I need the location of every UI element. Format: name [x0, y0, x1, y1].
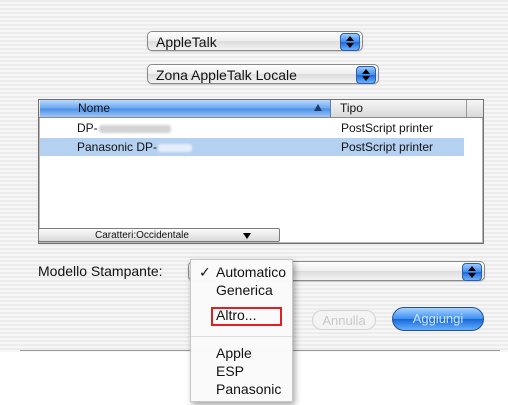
- menu-item-panasonic[interactable]: Panasonic: [191, 380, 292, 398]
- menu-item-automatico[interactable]: ✓ Automatico: [191, 263, 292, 281]
- menu-item-apple[interactable]: Apple: [191, 344, 292, 362]
- column-header-nome[interactable]: Nome: [40, 100, 331, 117]
- protocol-popup[interactable]: AppleTalk: [147, 31, 363, 51]
- checkmark-icon: ✓: [199, 264, 211, 280]
- column-divider: [466, 100, 467, 117]
- chevron-down-icon: [243, 233, 251, 239]
- table-row-selected[interactable]: Panasonic DP- PostScript printer: [40, 138, 464, 156]
- popup-arrows-icon: [462, 263, 482, 281]
- zone-popup-label: Zona AppleTalk Locale: [156, 67, 297, 83]
- column-header-tipo[interactable]: Tipo: [340, 101, 363, 115]
- menu-item-label: Apple: [216, 345, 252, 361]
- encoding-popup-label: Caratteri:Occidentale: [95, 230, 189, 241]
- redacted-text: [98, 124, 171, 133]
- menu-item-generica[interactable]: Generica: [191, 281, 292, 299]
- table-row[interactable]: DP- PostScript printer: [40, 119, 464, 137]
- popup-arrows-icon: [340, 33, 360, 51]
- cancel-button[interactable]: Annulla: [312, 310, 376, 330]
- zone-popup[interactable]: Zona AppleTalk Locale: [147, 64, 379, 84]
- protocol-popup-label: AppleTalk: [156, 34, 217, 50]
- highlight-frame: [211, 307, 282, 326]
- sort-ascending-icon: [314, 104, 322, 111]
- menu-item-label: ESP: [216, 363, 245, 379]
- menu-item-label: Generica: [216, 282, 273, 298]
- printer-model-label: Modello Stampante:: [38, 263, 163, 279]
- encoding-popup[interactable]: Caratteri:Occidentale: [38, 228, 280, 242]
- printer-name: DP-: [77, 119, 171, 137]
- printer-model-menu[interactable]: ✓ Automatico Generica Altro... Apple ESP…: [190, 259, 293, 402]
- table-header: Nome Tipo: [39, 100, 483, 118]
- redacted-text: [158, 143, 193, 152]
- printer-type: PostScript printer: [341, 121, 434, 135]
- menu-item-label: Automatico: [216, 264, 287, 280]
- column-header-nome-label: Nome: [78, 101, 111, 115]
- printer-table[interactable]: Nome Tipo DP- PostScript printer Panason…: [38, 99, 484, 244]
- menu-separator: [191, 336, 292, 337]
- menu-item-label: Panasonic: [216, 381, 282, 397]
- popup-arrows-icon: [356, 66, 376, 84]
- printer-name: Panasonic DP-: [77, 138, 193, 156]
- add-button[interactable]: Aggiungi: [392, 307, 484, 331]
- menu-item-esp[interactable]: ESP: [191, 362, 292, 380]
- printer-type: PostScript printer: [341, 140, 434, 154]
